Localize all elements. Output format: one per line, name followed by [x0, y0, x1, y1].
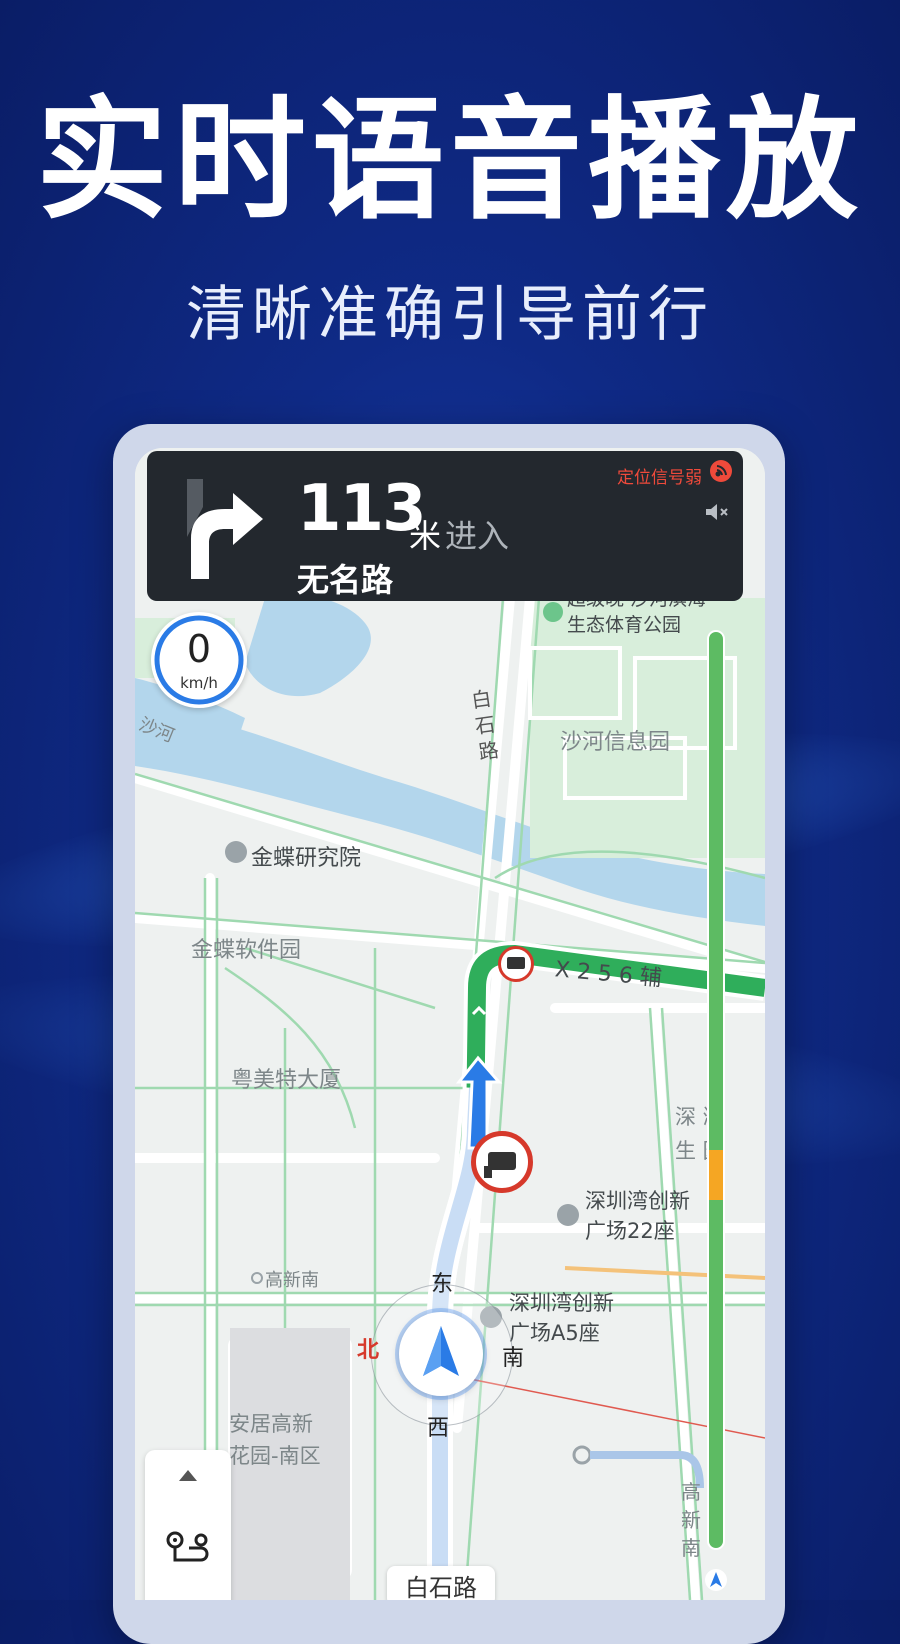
camera-icon	[507, 957, 525, 969]
turn-right-arrow-icon	[187, 479, 263, 579]
expand-up-icon[interactable]	[179, 1470, 197, 1481]
mute-speaker-icon[interactable]	[704, 501, 732, 523]
traffic-progress-bar	[707, 630, 725, 1550]
compass-west: 西	[427, 1416, 450, 1441]
turn-action: 进入	[445, 517, 510, 555]
map-label-kingdee-institute[interactable]: 金蝶研究院	[251, 840, 361, 872]
speed-camera-badge[interactable]	[498, 946, 534, 982]
navigation-arrow-icon	[423, 1326, 459, 1376]
map-label-gaoxinnan: 高新南	[265, 1270, 319, 1291]
route-overview-icon[interactable]	[165, 1530, 211, 1570]
speed-unit: km/h	[180, 674, 218, 692]
compass-north: 北	[357, 1338, 380, 1363]
map-label-gaoxin-vertical: 高 新 南	[681, 1480, 701, 1560]
compass-south: 南	[502, 1346, 525, 1371]
camera-icon	[488, 1152, 516, 1170]
navigation-screen: 超级晚·沙河滨海 生态体育公园 白石路 沙河 沙河信息园 金蝶研究院 金蝶软件园…	[135, 448, 765, 1600]
traffic-jam-segment	[709, 1150, 723, 1200]
speedometer: 0 km/h	[151, 612, 247, 708]
promo-headline: 实时语音播放	[36, 84, 864, 238]
current-position-marker-icon	[705, 1569, 727, 1591]
next-road-name: 无名路	[297, 561, 394, 599]
map-label-plaza-22[interactable]: 深圳湾创新 广场22座	[585, 1186, 690, 1246]
map-label-plaza-a5[interactable]: 深圳湾创新 广场A5座	[509, 1288, 614, 1348]
speed-value: 0	[186, 627, 212, 671]
gps-status: 定位信号弱	[617, 468, 702, 488]
gps-weak-signal-icon	[710, 460, 732, 482]
car-position-marker[interactable]	[399, 1312, 483, 1396]
map-label-shahe-info-park: 沙河信息园	[560, 730, 671, 755]
promo-subline: 清晰准确引导前行	[186, 280, 714, 350]
map-label-kingdee-park: 金蝶软件园	[191, 938, 302, 963]
navigation-instruction-card[interactable]: 113 米 进入 无名路 定位信号弱	[147, 451, 743, 601]
map-label-yuemeite: 粤美特大厦	[231, 1068, 342, 1093]
turn-distance-unit: 米	[409, 517, 442, 555]
camera-mount-icon	[484, 1166, 492, 1178]
speed-camera-badge-large[interactable]	[471, 1131, 533, 1193]
map-toolbox	[145, 1450, 231, 1600]
map-label-anju: 安居高新 花园-南区	[229, 1412, 321, 1468]
current-road-chip: 白石路	[387, 1566, 495, 1600]
turn-distance: 113	[297, 472, 427, 546]
compass-east: 东	[431, 1272, 454, 1297]
